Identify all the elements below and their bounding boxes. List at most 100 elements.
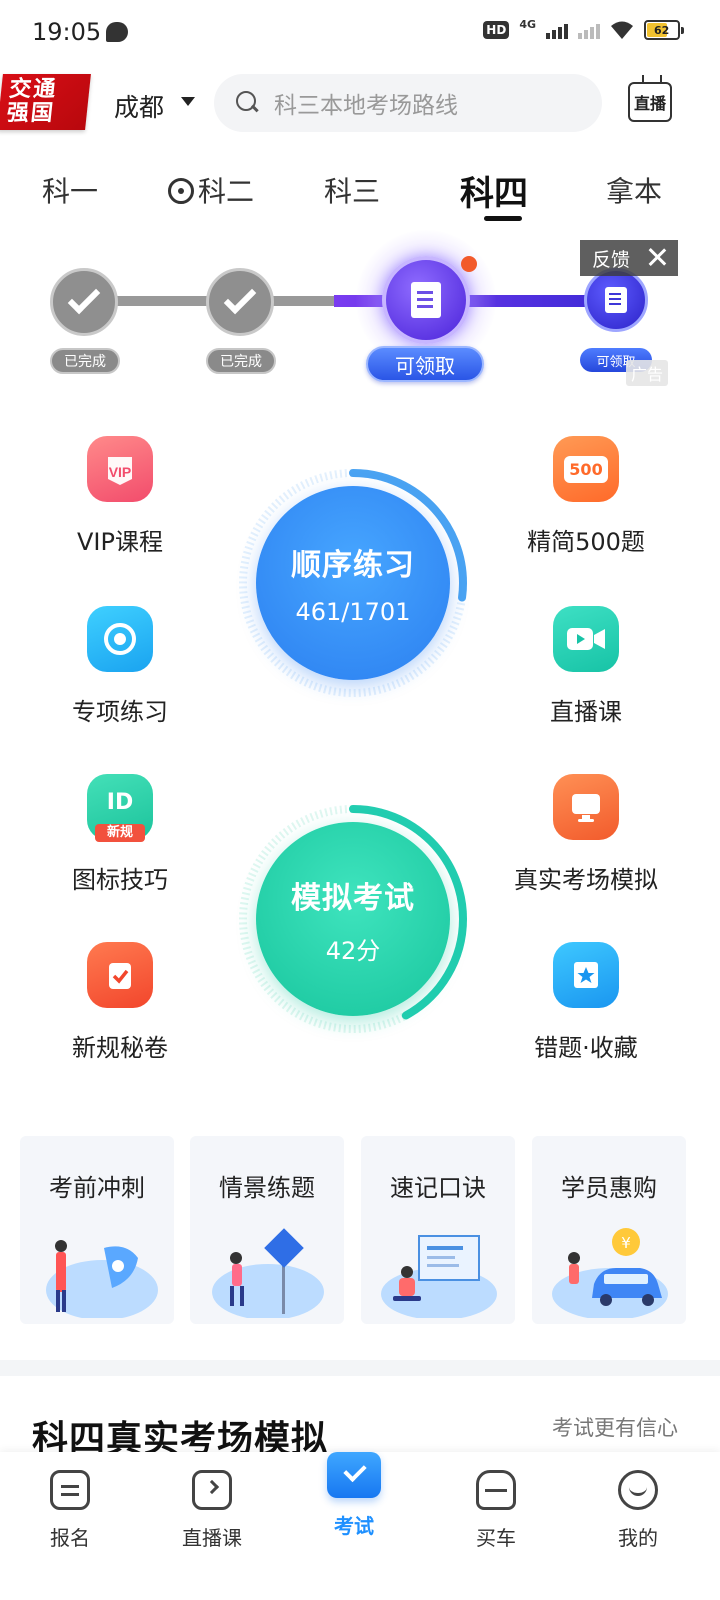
nav-signup[interactable]: 报名: [10, 1470, 130, 1551]
search-bar[interactable]: 科三本地考场路线: [214, 74, 602, 132]
notification-dot: [461, 256, 477, 272]
tab-ke2-label: 科二: [198, 175, 255, 208]
check-icon: [223, 281, 257, 315]
new-rule-papers-label: 新规秘卷: [72, 1034, 168, 1062]
section-link[interactable]: 考试更有信心: [552, 1412, 678, 1442]
vip-label: VIP课程: [77, 528, 163, 556]
sign-tips[interactable]: ID 新规 图标技巧: [20, 774, 220, 895]
sign-icon: ID 新规: [87, 774, 153, 842]
battery-level: 62: [654, 23, 670, 37]
practice-core: 顺序练习 461/1701: [256, 486, 450, 680]
sign-tips-label: 图标技巧: [72, 866, 168, 894]
wifi-icon: [611, 21, 633, 39]
message-icon: [106, 22, 128, 42]
step-4-node[interactable]: [584, 268, 648, 332]
smile-icon: [618, 1470, 658, 1510]
subject-tabs: 科一 科二 科三 科四 拿本: [0, 160, 720, 230]
mistakes-favorites-label: 错题·收藏: [534, 1034, 638, 1062]
board-illustration: [381, 1235, 497, 1318]
svg-text:VIP: VIP: [109, 464, 132, 480]
tab-ke4[interactable]: 科四: [460, 166, 528, 215]
video-icon: [553, 606, 619, 672]
500-badge: 500: [564, 455, 608, 483]
exam-score: 42分: [325, 936, 381, 965]
tab-naben[interactable]: 拿本: [606, 170, 662, 210]
live-course-label: 直播课: [550, 698, 622, 726]
nav-profile[interactable]: 我的: [578, 1470, 698, 1551]
logo-line2: 强国: [5, 101, 57, 126]
ad-label: 广告: [626, 360, 668, 386]
status-time: 19:05: [32, 18, 102, 46]
step-1-badge: 已完成: [50, 348, 120, 374]
vip-course[interactable]: VIP VIP课程: [20, 436, 220, 557]
network-type: 4G: [519, 17, 536, 31]
new-rule-badge: 新规: [95, 824, 145, 842]
nav-label: 买车: [476, 1526, 516, 1550]
bookmark-star-icon: [553, 942, 619, 1008]
practice-title: 顺序练习: [291, 548, 415, 583]
special-practice[interactable]: 专项练习: [20, 606, 220, 727]
battery-icon: 62: [644, 20, 684, 40]
clipboard-check-icon: [87, 942, 153, 1008]
nav-label: 报名: [50, 1526, 90, 1550]
bottom-nav: 报名 直播课 考试 买车 我的: [0, 1452, 720, 1600]
card-mnemonics[interactable]: 速记口诀: [361, 1136, 515, 1324]
live-course[interactable]: 直播课: [486, 606, 686, 727]
document-car-icon: [605, 287, 627, 313]
nav-exam[interactable]: 考试: [294, 1452, 414, 1539]
tv-icon: [192, 1470, 232, 1510]
card-scenario-practice[interactable]: 情景练题: [190, 1136, 344, 1324]
card-student-discount[interactable]: 学员惠购 ¥: [532, 1136, 686, 1324]
app-logo[interactable]: 交通 强国: [0, 74, 91, 130]
car-coin-illustration: ¥: [552, 1228, 668, 1318]
rocket-illustration: [46, 1240, 158, 1318]
mock-exam-button[interactable]: 模拟考试 42分: [238, 804, 468, 1034]
feedback-label: 反馈: [592, 248, 631, 271]
simplified-500-label: 精简500题: [527, 528, 645, 556]
road-sign-illustration: [212, 1228, 324, 1318]
signal-icon-2: [578, 21, 600, 39]
500-icon: 500: [553, 436, 619, 502]
tab-ke1[interactable]: 科一: [42, 170, 98, 210]
step-1-node: [50, 268, 118, 336]
svg-text:¥: ¥: [621, 1234, 631, 1252]
card-title: 情景练题: [219, 1174, 315, 1202]
target-icon: [87, 606, 153, 672]
feedback-button[interactable]: 反馈: [580, 240, 678, 276]
real-exam-sim[interactable]: 真实考场模拟: [486, 774, 686, 895]
tab-ke3[interactable]: 科三: [324, 170, 380, 210]
check-icon: [67, 281, 101, 315]
exam-check-icon: [327, 1452, 381, 1498]
caret-down-icon[interactable]: [181, 97, 195, 106]
quick-cards: 考前冲刺 情景练题 速记口诀 学员惠购 ¥: [20, 1136, 700, 1324]
step-3-node[interactable]: [382, 256, 470, 344]
simplified-500[interactable]: 500 精简500题: [486, 436, 686, 557]
city-selector[interactable]: 成都: [114, 88, 164, 124]
nav-label: 我的: [618, 1526, 658, 1550]
nav-buy-car[interactable]: 买车: [436, 1470, 556, 1551]
sequential-practice-button[interactable]: 顺序练习 461/1701: [238, 468, 468, 698]
logo-line1: 交通: [8, 77, 59, 102]
new-rule-papers[interactable]: 新规秘卷: [20, 942, 220, 1063]
car-icon: [476, 1470, 516, 1510]
nav-live-course[interactable]: 直播课: [152, 1470, 272, 1551]
exam-title: 模拟考试: [291, 880, 415, 916]
close-icon[interactable]: [646, 246, 668, 268]
tab-ke2[interactable]: 科二: [168, 170, 254, 210]
status-indicators: HD 4G 62: [483, 17, 684, 40]
live-tv-button[interactable]: 直播: [628, 82, 672, 122]
real-exam-sim-label: 真实考场模拟: [514, 866, 658, 894]
mistakes-favorites[interactable]: 错题·收藏: [486, 942, 686, 1063]
signup-icon: [50, 1470, 90, 1510]
card-title: 学员惠购: [561, 1174, 657, 1202]
claim-button[interactable]: 可领取: [366, 346, 484, 382]
search-input[interactable]: 科三本地考场路线: [274, 86, 458, 120]
monitor-icon: [553, 774, 619, 840]
practice-progress: 461/1701: [295, 598, 411, 626]
nav-label: 考试: [334, 1514, 374, 1538]
card-pre-exam-sprint[interactable]: 考前冲刺: [20, 1136, 174, 1324]
signal-icon: [546, 21, 568, 39]
status-bar: 19:05 HD 4G 62: [0, 0, 720, 64]
special-practice-label: 专项练习: [72, 698, 168, 726]
active-tab-indicator: [484, 216, 522, 221]
